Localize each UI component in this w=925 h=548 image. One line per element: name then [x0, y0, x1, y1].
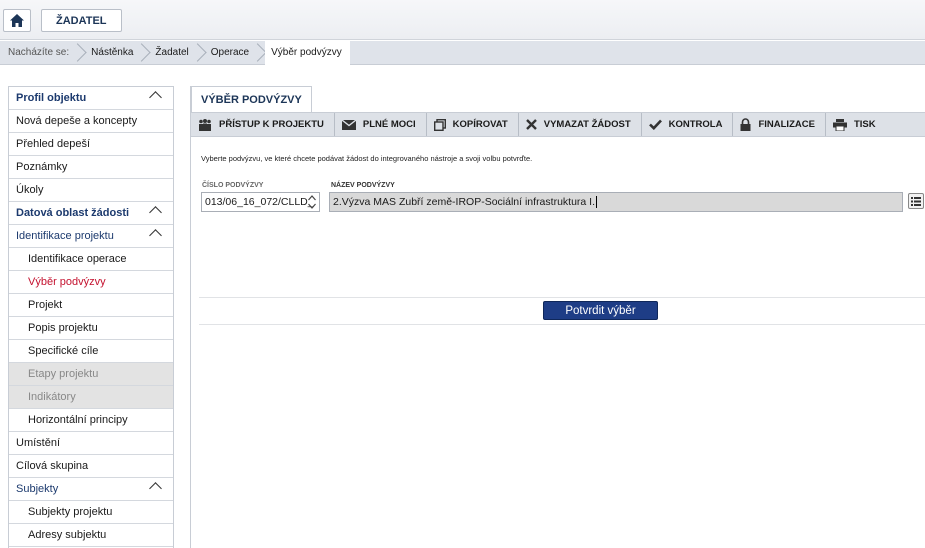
divider	[199, 297, 925, 298]
kontrola-button[interactable]: KONTROLA	[642, 113, 734, 136]
zadatel-button[interactable]: ŽADATEL	[41, 9, 122, 32]
sidebar-item-indikatory: Indikátory	[9, 386, 173, 409]
kopirovat-label: KOPÍROVAT	[452, 119, 508, 130]
sidebar-item-adresy-subjektu[interactable]: Adresy subjektu	[9, 524, 173, 547]
cislo-podvyzvy-stepper[interactable]: 013/06_16_072/CLLD_	[201, 192, 320, 212]
lock-icon	[740, 118, 751, 131]
copy-icon	[433, 118, 446, 131]
finalizace-button[interactable]: FINALIZACE	[733, 113, 826, 136]
breadcrumb: Nacházíte se: Nástěnka Žadatel Operace V…	[0, 40, 925, 65]
chevron-up-icon[interactable]	[149, 482, 162, 495]
sidebar-item-poznamky[interactable]: Poznámky	[9, 156, 173, 179]
chevron-up-icon[interactable]	[149, 206, 162, 219]
sidebar-item-cilova-skupina[interactable]: Cílová skupina	[9, 455, 173, 478]
sidebar-item-identifikace-operace[interactable]: Identifikace operace	[9, 248, 173, 271]
cislo-podvyzvy-label: ČÍSLO PODVÝZVY	[202, 182, 264, 189]
sidebar-item-label: Poznámky	[16, 161, 68, 173]
main-panel: VÝBĚR PODVÝZVY PŘÍSTUP K PROJEKTU PLNÉ M…	[190, 86, 925, 548]
vymazat-label: VYMAZAT ŽÁDOST	[543, 119, 631, 130]
plne-moci-button[interactable]: PLNÉ MOCI	[335, 113, 427, 136]
sidebar-item-label: Subjekty projektu	[28, 506, 113, 518]
sidebar-item-label: Specifické cíle	[28, 345, 99, 357]
sidebar-item-label: Horizontální principy	[28, 414, 128, 426]
sidebar-item-label: Etapy projektu	[28, 368, 99, 380]
cislo-podvyzvy-value: 013/06_16_072/CLLD_	[205, 196, 314, 208]
kontrola-label: KONTROLA	[668, 119, 723, 130]
nazev-podvyzvy-label: NÁZEV PODVÝZVY	[331, 182, 395, 189]
sidebar-item-label: Subjekty	[16, 483, 59, 495]
pristup-k-projektu-button[interactable]: PŘÍSTUP K PROJEKTU	[191, 113, 335, 136]
sidebar-item-label: Úkoly	[16, 184, 44, 196]
plne-moci-label: PLNÉ MOCI	[362, 119, 416, 130]
sidebar-item-popis-projektu[interactable]: Popis projektu	[9, 317, 173, 340]
home-icon	[10, 14, 24, 27]
sidebar-item-label: Indikátory	[28, 391, 76, 403]
toolbar: PŘÍSTUP K PROJEKTU PLNÉ MOCI KOPÍROVAT V…	[191, 112, 925, 137]
text-cursor	[596, 196, 597, 208]
pristup-label: PŘÍSTUP K PROJEKTU	[219, 119, 324, 130]
sidebar-item-label: Adresy subjektu	[28, 529, 107, 541]
sidebar-item-specificke-cile[interactable]: Specifické cíle	[9, 340, 173, 363]
list-icon	[911, 196, 921, 206]
breadcrumb-item-vyber-podvyzvy: Výběr podvýzvy	[265, 40, 350, 65]
stepper-arrows-icon[interactable]	[307, 194, 317, 210]
sidebar-item-prehled-depesi[interactable]: Přehled depeší	[9, 133, 173, 156]
sidebar-item-profil-objektu[interactable]: Profil objektu	[9, 87, 173, 110]
sidebar-item-subjekty[interactable]: Subjekty	[9, 478, 173, 501]
instruction-text: Vyberte podvýzvu, ve které chcete podáva…	[201, 154, 533, 163]
breadcrumb-prefix: Nacházíte se:	[8, 47, 70, 58]
sidebar: Profil objektu Nová depeše a koncepty Př…	[8, 86, 174, 548]
tab-vyber-podvyzvy[interactable]: VÝBĚR PODVÝZVY	[191, 86, 312, 113]
check-icon	[648, 119, 662, 130]
sidebar-item-label: Popis projektu	[28, 322, 98, 334]
sidebar-item-label: Výběr podvýzvy	[28, 276, 106, 288]
sidebar-item-label: Profil objektu	[16, 92, 87, 104]
sidebar-item-ukoly[interactable]: Úkoly	[9, 179, 173, 202]
divider	[199, 324, 925, 325]
chevron-up-icon[interactable]	[149, 229, 162, 242]
top-bar: ŽADATEL	[0, 0, 925, 40]
sidebar-item-label: Identifikace operace	[28, 253, 127, 265]
sidebar-item-label: Umístění	[16, 437, 61, 449]
sidebar-item-projekt[interactable]: Projekt	[9, 294, 173, 317]
nazev-podvyzvy-field[interactable]: 2.Výzva MAS Zubří země-IROP-Sociální inf…	[329, 192, 903, 212]
sidebar-item-label: Cílová skupina	[16, 460, 89, 472]
sidebar-item-label: Datová oblast žádosti	[16, 207, 130, 219]
vymazat-zadost-button[interactable]: VYMAZAT ŽÁDOST	[519, 113, 642, 136]
printer-icon	[832, 118, 847, 131]
sidebar-item-etapy-projektu: Etapy projektu	[9, 363, 173, 386]
sidebar-item-horizontalni-principy[interactable]: Horizontální principy	[9, 409, 173, 432]
tisk-button[interactable]: TISK	[826, 113, 886, 136]
list-select-button[interactable]	[908, 193, 924, 209]
tisk-label: TISK	[853, 119, 876, 130]
sidebar-item-label: Nová depeše a koncepty	[16, 115, 138, 127]
finalizace-label: FINALIZACE	[758, 119, 815, 130]
people-icon	[199, 118, 211, 131]
sidebar-item-label: Identifikace projektu	[16, 230, 114, 242]
sidebar-item-label: Projekt	[28, 299, 63, 311]
sidebar-item-subjekty-projektu[interactable]: Subjekty projektu	[9, 501, 173, 524]
close-icon	[525, 119, 537, 130]
chevron-up-icon[interactable]	[149, 91, 162, 104]
kopirovat-button[interactable]: KOPÍROVAT	[427, 113, 519, 136]
potvrdit-vyber-button[interactable]: Potvrdit výběr	[543, 301, 658, 320]
sidebar-item-label: Přehled depeší	[16, 138, 90, 150]
sidebar-item-nova-depese[interactable]: Nová depeše a koncepty	[9, 110, 173, 133]
sidebar-item-umisteni[interactable]: Umístění	[9, 432, 173, 455]
home-button[interactable]	[3, 9, 31, 32]
sidebar-item-vyber-podvyzvy[interactable]: Výběr podvýzvy	[9, 271, 173, 294]
envelope-icon	[341, 119, 356, 130]
nazev-podvyzvy-value: 2.Výzva MAS Zubří země-IROP-Sociální inf…	[333, 196, 595, 208]
sidebar-item-identifikace-projektu[interactable]: Identifikace projektu	[9, 225, 173, 248]
sidebar-item-datova-oblast[interactable]: Datová oblast žádosti	[9, 202, 173, 225]
